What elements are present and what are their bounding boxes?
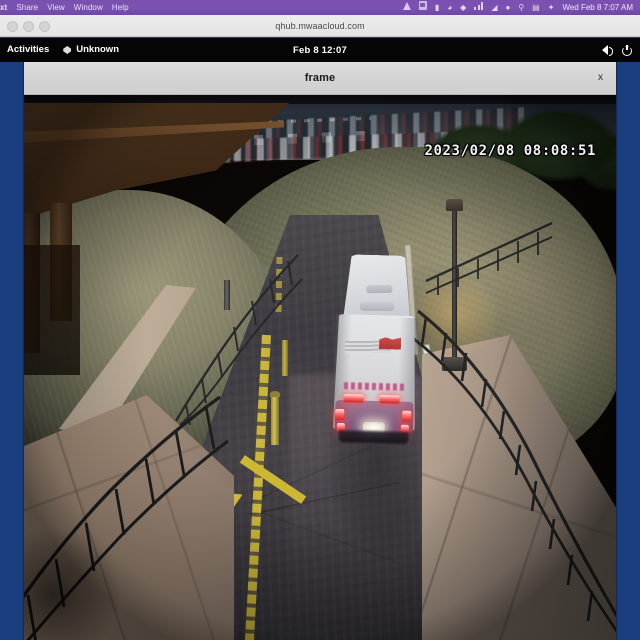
- window-title: frame: [304, 72, 336, 84]
- bollard-post: [271, 395, 279, 445]
- close-icon[interactable]: x: [594, 71, 607, 85]
- brake-light-top-left: [343, 394, 364, 403]
- railing-right: [412, 303, 616, 633]
- canopy-shadow: [24, 245, 80, 375]
- bus: [331, 254, 422, 444]
- user-icon[interactable]: ●: [505, 0, 510, 15]
- close-button[interactable]: [7, 21, 18, 32]
- controlcenter-icon[interactable]: ▤: [532, 0, 540, 15]
- gnome-topbar-right: [602, 38, 632, 62]
- bollard-post-2: [282, 340, 288, 376]
- bus-roof-hatch-2: [359, 301, 395, 312]
- activities-button[interactable]: Activities: [7, 38, 49, 62]
- gnome-app-menu[interactable]: Unknown: [63, 38, 119, 62]
- menu-item-view[interactable]: View: [47, 0, 65, 15]
- menu-item-app[interactable]: xt: [0, 0, 7, 15]
- signal-icon[interactable]: [474, 0, 484, 15]
- battery-icon[interactable]: ▮: [435, 0, 439, 15]
- camera-scene: 2023/02/08 08:08:51: [24, 95, 616, 640]
- bus-logo: [379, 337, 401, 350]
- printer-icon[interactable]: [402, 0, 411, 15]
- bus-undercarriage: [338, 430, 409, 444]
- gnome-app-name: Unknown: [76, 44, 119, 55]
- gnome-clock[interactable]: Feb 8 12:07: [293, 45, 347, 56]
- power-icon[interactable]: [622, 44, 632, 55]
- menu-item-share[interactable]: Share: [16, 0, 38, 15]
- timestamp-overlay: 2023/02/08 08:08:51: [424, 143, 596, 159]
- browser-toolbar: qhub.mwaacloud.com: [0, 15, 640, 37]
- screen: xt Share View Window Help ▮ ◕ ◆ ◢ ● ⚲ ▤ …: [0, 0, 640, 640]
- display-icon[interactable]: [418, 0, 427, 15]
- speaker-icon[interactable]: [602, 45, 613, 56]
- mac-menubar: xt Share View Window Help ▮ ◕ ◆ ◢ ● ⚲ ▤ …: [0, 0, 640, 15]
- scene-shadow-bottom-left: [24, 525, 144, 640]
- timemachine-icon[interactable]: ◕: [447, 0, 452, 15]
- brake-light-left: [335, 408, 345, 421]
- wifi-icon[interactable]: ◢: [491, 0, 497, 15]
- maximize-button[interactable]: [39, 21, 50, 32]
- mac-clock[interactable]: Wed Feb 8 7:07 AM: [562, 0, 633, 15]
- bollard-cap: [270, 391, 280, 397]
- frame-window: frame x 2023/02/08 08:08:51: [24, 62, 616, 640]
- gnome-topbar: Activities Unknown Feb 8 12:07: [0, 38, 640, 62]
- diamond-icon: [63, 46, 72, 54]
- browser-window-controls: [7, 21, 50, 32]
- minimize-button[interactable]: [23, 21, 34, 32]
- bus-roof-hatch-1: [366, 284, 393, 294]
- brake-light-right: [402, 410, 412, 422]
- video-frame: 2023/02/08 08:08:51: [24, 95, 616, 640]
- window-titlebar: frame x: [24, 62, 616, 95]
- mac-menubar-status: ▮ ◕ ◆ ◢ ● ⚲ ▤ ✦ Wed Feb 8 7:07 AM: [402, 0, 636, 15]
- mac-menubar-items: xt Share View Window Help: [0, 0, 129, 15]
- bluetooth-icon[interactable]: ◆: [460, 0, 466, 15]
- address-bar: qhub.mwaacloud.com: [0, 15, 640, 37]
- search-icon[interactable]: ⚲: [518, 0, 524, 15]
- menu-item-window[interactable]: Window: [74, 0, 103, 15]
- lamp-head: [446, 199, 463, 211]
- brake-light-top-right: [379, 395, 400, 404]
- railing-top-right: [424, 215, 554, 305]
- menu-item-help[interactable]: Help: [112, 0, 129, 15]
- url-text[interactable]: qhub.mwaacloud.com: [275, 21, 364, 31]
- siri-icon[interactable]: ✦: [548, 0, 555, 15]
- gnome-topbar-left: Activities Unknown: [7, 38, 119, 62]
